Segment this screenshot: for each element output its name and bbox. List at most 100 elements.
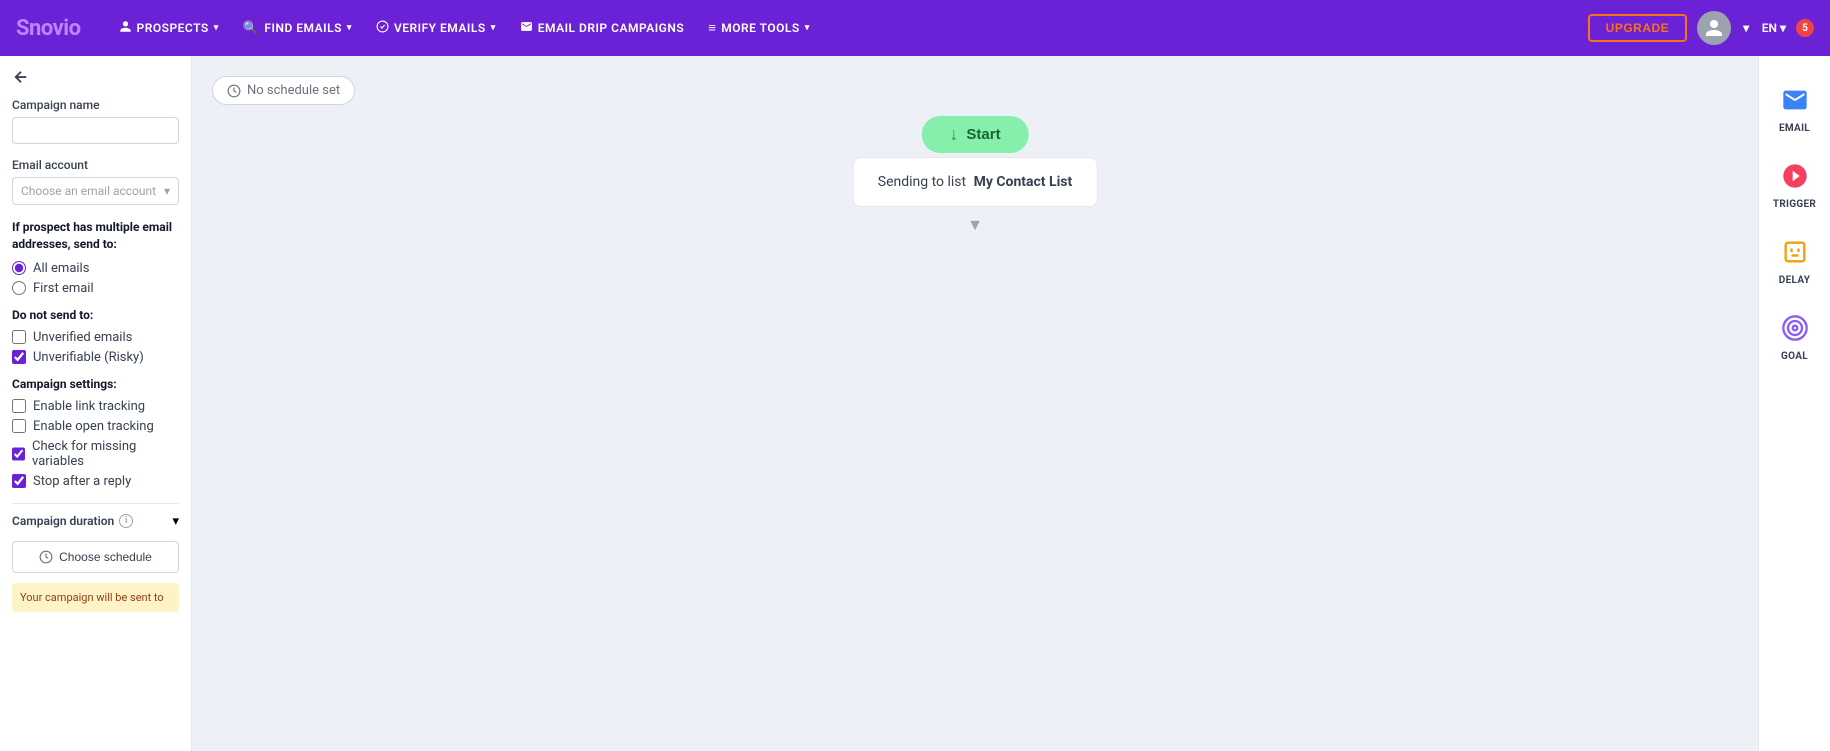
email-tool-icon-circle: [1777, 82, 1813, 118]
campaign-will-send-notice: Your campaign will be sent to: [12, 583, 179, 612]
goal-tool-label: GOAL: [1781, 351, 1808, 362]
link-tracking-label: Enable link tracking: [33, 399, 145, 414]
duration-chevron: ▾: [172, 514, 179, 529]
more-tools-label: MORE TOOLS: [721, 21, 799, 35]
avatar-chevron[interactable]: ▾: [1741, 21, 1752, 35]
lang-label: EN: [1762, 21, 1777, 35]
nav-more-tools[interactable]: ≡ MORE TOOLS ▾: [698, 14, 820, 42]
stop-after-reply-label: Stop after a reply: [33, 474, 131, 489]
goal-tool-icon: [1781, 314, 1809, 342]
email-drip-icon: [520, 20, 533, 37]
first-email-label: First email: [33, 281, 94, 296]
lang-chevron: ▾: [1780, 21, 1786, 35]
start-arrow-icon: ↓: [949, 124, 958, 145]
missing-variables-option[interactable]: Check for missing variables: [12, 439, 179, 469]
nav-find-emails[interactable]: 🔍 FIND EMAILS ▾: [233, 15, 362, 42]
tool-goal[interactable]: GOAL: [1765, 300, 1825, 372]
email-account-label: Email account: [12, 158, 179, 172]
prospects-chevron: ▾: [214, 23, 219, 33]
campaign-settings-section: Enable link tracking Enable open trackin…: [12, 399, 179, 489]
left-sidebar: Campaign name Email account Choose an em…: [0, 56, 192, 751]
sending-text: Sending to list My Contact List: [878, 174, 1073, 190]
nav-verify-emails[interactable]: VERIFY EMAILS ▾: [366, 14, 506, 43]
campaign-duration-toggle[interactable]: Campaign duration i ▾: [12, 514, 179, 529]
unverifiable-checkbox[interactable]: [12, 350, 26, 364]
start-node: ↓ Start Sending to list My Contact List …: [853, 116, 1098, 235]
logo-sub: io: [63, 16, 80, 41]
more-tools-icon: ≡: [708, 20, 716, 36]
campaign-name-label: Campaign name: [12, 98, 179, 112]
trigger-tool-icon: [1781, 162, 1809, 190]
email-tool-icon: [1781, 86, 1809, 114]
send-to-radio-group: All emails First email: [12, 261, 179, 296]
do-not-send-section: Unverified emails Unverifiable (Risky): [12, 330, 179, 365]
tool-email[interactable]: EMAIL: [1765, 72, 1825, 144]
find-emails-chevron: ▾: [347, 23, 352, 33]
stop-after-reply-checkbox[interactable]: [12, 474, 26, 488]
link-tracking-option[interactable]: Enable link tracking: [12, 399, 179, 414]
campaign-name-input[interactable]: [12, 117, 179, 144]
delay-tool-label: DELAY: [1779, 275, 1810, 286]
back-button[interactable]: [12, 68, 179, 86]
right-sidebar: EMAIL TRIGGER DELAY: [1758, 56, 1830, 751]
find-emails-icon: 🔍: [243, 21, 260, 36]
trigger-tool-label: TRIGGER: [1773, 199, 1816, 210]
notification-badge[interactable]: 5: [1796, 19, 1814, 37]
schedule-badge[interactable]: No schedule set: [212, 76, 355, 105]
upgrade-button[interactable]: UPGRADE: [1588, 14, 1688, 42]
missing-variables-checkbox[interactable]: [12, 447, 25, 461]
verify-emails-chevron: ▾: [491, 23, 496, 33]
stop-after-reply-option[interactable]: Stop after a reply: [12, 474, 179, 489]
prospects-label: PROSPECTS: [137, 21, 209, 35]
open-tracking-option[interactable]: Enable open tracking: [12, 419, 179, 434]
email-account-dropdown[interactable]: Choose an email account ▾: [12, 177, 179, 205]
sending-card[interactable]: Sending to list My Contact List: [853, 157, 1098, 207]
main-layout: Campaign name Email account Choose an em…: [0, 56, 1830, 751]
language-selector[interactable]: EN ▾: [1762, 21, 1786, 35]
sending-to-label: Sending to list: [878, 174, 966, 190]
schedule-badge-text: No schedule set: [247, 83, 340, 98]
email-drip-label: EMAIL DRIP CAMPAIGNS: [538, 21, 684, 35]
tool-delay[interactable]: DELAY: [1765, 224, 1825, 296]
main-nav: PROSPECTS ▾ 🔍 FIND EMAILS ▾ VERIFY EMAIL…: [109, 14, 1580, 43]
canvas-area: No schedule set ↓ Start Sending to list …: [192, 56, 1758, 751]
campaign-duration-left: Campaign duration i: [12, 514, 133, 528]
connector-arrow: ▼: [967, 215, 983, 235]
do-not-send-title: Do not send to:: [12, 308, 179, 322]
unverifiable-label: Unverifiable (Risky): [33, 350, 144, 365]
nav-prospects[interactable]: PROSPECTS ▾: [109, 14, 229, 43]
header-right: UPGRADE ▾ EN ▾ 5: [1588, 11, 1814, 45]
email-account-placeholder: Choose an email account: [21, 184, 156, 198]
start-button[interactable]: ↓ Start: [921, 116, 1028, 153]
unverified-emails-checkbox[interactable]: [12, 330, 26, 344]
first-email-option[interactable]: First email: [12, 281, 179, 296]
clock-icon: [39, 550, 53, 564]
avatar[interactable]: [1697, 11, 1731, 45]
open-tracking-label: Enable open tracking: [33, 419, 154, 434]
start-label: Start: [966, 126, 1000, 143]
campaign-will-send-text: Your campaign will be sent to: [20, 591, 164, 604]
first-email-radio[interactable]: [12, 281, 26, 295]
link-tracking-checkbox[interactable]: [12, 399, 26, 413]
tool-trigger[interactable]: TRIGGER: [1765, 148, 1825, 220]
unverifiable-option[interactable]: Unverifiable (Risky): [12, 350, 179, 365]
verify-emails-label: VERIFY EMAILS: [394, 21, 486, 35]
nav-email-drip[interactable]: EMAIL DRIP CAMPAIGNS: [510, 14, 694, 43]
goal-tool-icon-circle: [1777, 310, 1813, 346]
open-tracking-checkbox[interactable]: [12, 419, 26, 433]
all-emails-option[interactable]: All emails: [12, 261, 179, 276]
all-emails-radio[interactable]: [12, 261, 26, 275]
divider: [12, 503, 179, 504]
unverified-emails-option[interactable]: Unverified emails: [12, 330, 179, 345]
logo[interactable]: Snovio: [16, 16, 81, 41]
delay-tool-icon-circle: [1777, 234, 1813, 270]
info-icon: i: [119, 514, 133, 528]
campaign-settings-title: Campaign settings:: [12, 377, 179, 391]
main-header: Snovio PROSPECTS ▾ 🔍 FIND EMAILS ▾ VERIF…: [0, 0, 1830, 56]
email-tool-label: EMAIL: [1779, 123, 1810, 134]
delay-tool-icon: [1781, 238, 1809, 266]
choose-schedule-button[interactable]: Choose schedule: [12, 541, 179, 573]
email-account-section: Email account Choose an email account ▾: [12, 158, 179, 205]
unverified-label: Unverified emails: [33, 330, 132, 345]
prospects-icon: [119, 20, 132, 37]
